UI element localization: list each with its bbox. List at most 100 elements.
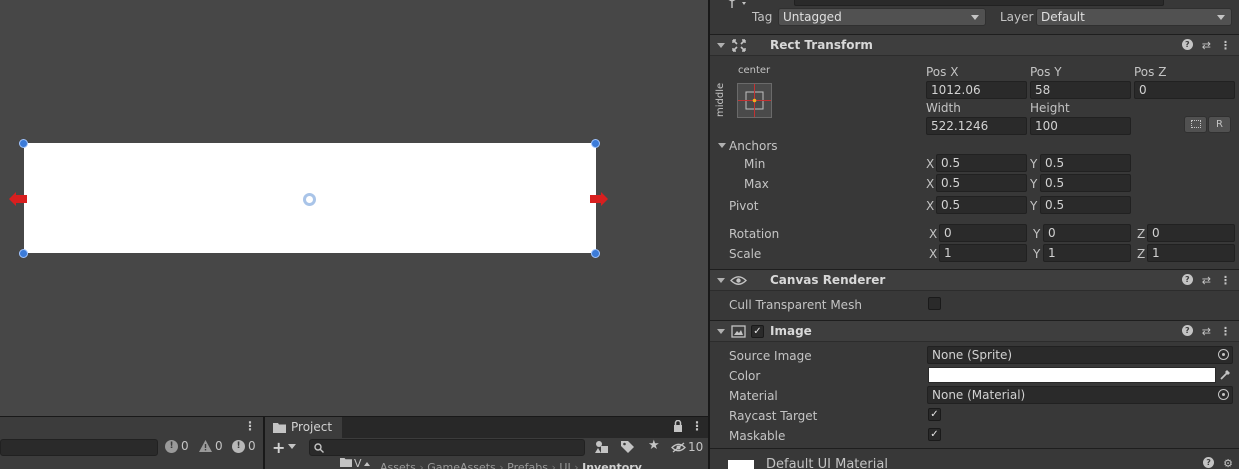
breadcrumb-inventory[interactable]: Inventory: [582, 461, 642, 469]
pos-z-field[interactable]: 0: [1134, 81, 1235, 99]
info-icon: !: [165, 439, 178, 453]
search-icon: [314, 443, 324, 453]
source-image-field[interactable]: None (Sprite): [927, 346, 1233, 364]
rotation-x-field[interactable]: 0: [939, 224, 1027, 242]
chevron-up-icon: [363, 462, 370, 466]
rect-transform-header[interactable]: Rect Transform ? ⇄ ⋮: [710, 34, 1239, 56]
min-y-axis-label: Y: [1030, 157, 1038, 171]
project-search-input[interactable]: [309, 439, 585, 456]
project-menu-icon[interactable]: ⋮: [691, 419, 703, 433]
raw-edit-button[interactable]: R: [1208, 116, 1231, 133]
pivot-y-field[interactable]: 0.5: [1040, 196, 1131, 214]
object-name-field[interactable]: [794, 0, 1164, 6]
anchor-right-icon[interactable]: [590, 192, 608, 206]
raycast-target-checkbox[interactable]: ✓: [928, 408, 941, 421]
pivot-label: Pivot: [729, 199, 759, 213]
folder-view-button[interactable]: V: [340, 457, 370, 469]
rect-handle-top-right[interactable]: [591, 139, 600, 148]
height-field[interactable]: 100: [1030, 117, 1131, 135]
eye-icon: [730, 276, 747, 285]
anchor-max-label: Max: [744, 177, 769, 191]
chevron-down-icon: [1217, 15, 1225, 20]
component-menu-icon[interactable]: ⋮: [1220, 274, 1231, 287]
tag-label: Tag: [752, 10, 773, 24]
preset-sliders-icon[interactable]: ⇄: [1202, 39, 1211, 52]
anchors-foldout-icon[interactable]: [718, 143, 726, 148]
image-header[interactable]: ✓ Image ? ⇄ ⋮: [710, 320, 1239, 342]
rect-handle-bottom-left[interactable]: [19, 249, 28, 258]
color-swatch[interactable]: [928, 367, 1216, 383]
breadcrumb-prefabs[interactable]: Prefabs: [507, 461, 548, 469]
scale-z-field[interactable]: 1: [1147, 244, 1235, 262]
object-picker-icon[interactable]: [1218, 349, 1229, 360]
hidden-packages-toggle[interactable]: 10: [671, 440, 703, 454]
help-icon[interactable]: ?: [1181, 325, 1193, 336]
canvas-renderer-header[interactable]: Canvas Renderer ? ⇄ ⋮: [710, 269, 1239, 291]
lock-icon[interactable]: [673, 419, 683, 435]
anchor-max-x-field[interactable]: 0.5: [936, 174, 1027, 192]
scale-x-field[interactable]: 1: [939, 244, 1027, 262]
gameobject-cube-icon[interactable]: [718, 0, 746, 14]
pos-y-field[interactable]: 58: [1030, 81, 1131, 99]
anchor-min-x-field[interactable]: 0.5: [936, 154, 1027, 172]
object-picker-icon[interactable]: [1218, 389, 1229, 400]
component-menu-icon[interactable]: ⋮: [1220, 325, 1231, 338]
folder-small-icon: [340, 458, 352, 467]
breadcrumb-assets[interactable]: Assets: [380, 461, 416, 469]
scale-y-field[interactable]: 1: [1043, 244, 1131, 262]
gear-icon[interactable]: ⚙: [1223, 457, 1233, 469]
tag-dropdown[interactable]: Untagged: [778, 8, 986, 26]
filter-by-label-icon[interactable]: [621, 440, 634, 456]
help-icon[interactable]: ?: [1181, 274, 1193, 285]
rotation-y-field[interactable]: 0: [1043, 224, 1131, 242]
breadcrumb-ui[interactable]: UI: [559, 461, 570, 469]
material-field[interactable]: None (Material): [927, 386, 1233, 404]
foldout-arrow-icon[interactable]: [717, 278, 725, 283]
console-warning-count[interactable]: 0: [199, 439, 223, 453]
foldout-arrow-icon[interactable]: [717, 329, 725, 334]
favorites-star-icon[interactable]: ★: [648, 438, 660, 453]
maskable-checkbox[interactable]: ✓: [928, 428, 941, 441]
scale-z-axis-label: Z: [1137, 247, 1146, 261]
foldout-arrow-icon[interactable]: [717, 43, 725, 48]
pivot-x-field[interactable]: 0.5: [936, 196, 1027, 214]
preset-sliders-icon[interactable]: ⇄: [1202, 325, 1211, 338]
rotation-z-field[interactable]: 0: [1147, 224, 1235, 242]
layer-dropdown[interactable]: Default: [1036, 8, 1232, 26]
blueprint-mode-button[interactable]: [1184, 116, 1207, 133]
maskable-label: Maskable: [729, 429, 786, 443]
component-menu-icon[interactable]: ⋮: [1220, 39, 1231, 52]
console-menu-icon[interactable]: ⋮: [244, 419, 256, 433]
anchor-presets-button[interactable]: [737, 83, 772, 118]
image-enabled-checkbox[interactable]: ✓: [751, 325, 764, 338]
pos-x-field[interactable]: 1012.06: [926, 81, 1027, 99]
filter-by-type-icon[interactable]: [595, 440, 608, 456]
pos-y-label: Pos Y: [1030, 65, 1062, 79]
rect-handle-bottom-right[interactable]: [591, 249, 600, 258]
rot-z-axis-label: Z: [1137, 227, 1146, 241]
console-info-count[interactable]: ! 0: [165, 439, 189, 453]
project-tabstrip: Project ⋮: [265, 417, 708, 438]
scene-view[interactable]: [0, 0, 708, 416]
create-dropdown-caret-icon[interactable]: [288, 444, 296, 449]
preset-sliders-icon[interactable]: ⇄: [1202, 274, 1211, 287]
blueprint-icon: [1190, 120, 1201, 128]
help-icon[interactable]: ?: [1181, 39, 1193, 50]
pivot-handle[interactable]: [303, 193, 316, 206]
anchor-left-icon[interactable]: [9, 192, 27, 206]
tab-project[interactable]: Project: [265, 417, 343, 438]
help-icon[interactable]: ?: [1203, 457, 1215, 468]
console-search-input[interactable]: [0, 439, 158, 456]
breadcrumb-gameassets[interactable]: GameAssets: [427, 461, 496, 469]
eyedropper-icon[interactable]: [1219, 368, 1232, 381]
inspector-panel: Tag Untagged Layer Default Rect Transfor…: [710, 0, 1239, 469]
rect-handle-top-left[interactable]: [19, 139, 28, 148]
width-field[interactable]: 522.1246: [926, 117, 1027, 135]
create-plus-icon[interactable]: +: [272, 438, 285, 457]
image-title: Image: [770, 324, 812, 338]
console-error-count[interactable]: ! 0: [232, 439, 256, 453]
raycast-target-label: Raycast Target: [729, 409, 818, 423]
cull-transparent-mesh-checkbox[interactable]: [928, 297, 941, 310]
anchor-max-y-field[interactable]: 0.5: [1040, 174, 1131, 192]
anchor-min-y-field[interactable]: 0.5: [1040, 154, 1131, 172]
